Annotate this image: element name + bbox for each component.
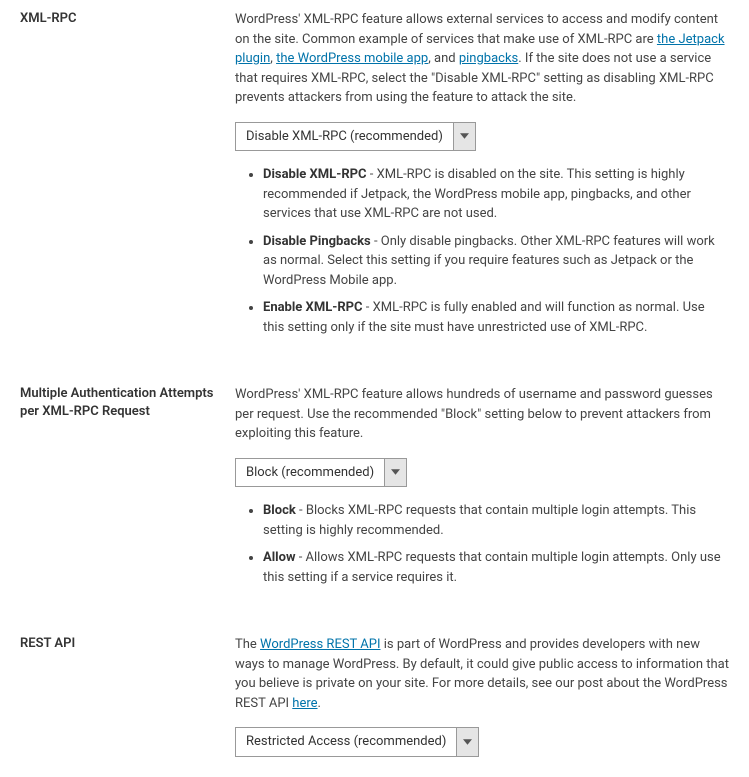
link-here[interactable]: here: [292, 696, 317, 711]
list-item: Allow - Allows XML-RPC requests that con…: [263, 548, 729, 587]
multiauth-options-list: Block - Blocks XML-RPC requests that con…: [235, 501, 729, 587]
option-name: Block: [263, 503, 296, 518]
multiauth-label: Multiple Authentication Attempts per XML…: [20, 385, 235, 595]
option-desc: - Allows XML-RPC requests that contain m…: [263, 550, 721, 585]
restapi-content: The WordPress REST API is part of WordPr…: [235, 635, 729, 757]
text: The: [235, 637, 260, 652]
option-name: Disable Pingbacks: [263, 234, 371, 249]
option-desc: - Blocks XML-RPC requests that contain m…: [263, 503, 696, 538]
link-pingbacks[interactable]: pingbacks: [459, 51, 518, 66]
setting-multiple-auth: Multiple Authentication Attempts per XML…: [20, 385, 729, 595]
list-item: Enable XML-RPC - XML-RPC is fully enable…: [263, 298, 729, 337]
xmlrpc-select[interactable]: Disable XML-RPC (recommended): [235, 122, 729, 152]
text: , and: [428, 51, 459, 66]
setting-rest-api: REST API The WordPress REST API is part …: [20, 635, 729, 757]
text: WordPress' XML-RPC feature allows extern…: [235, 12, 718, 47]
xmlrpc-content: WordPress' XML-RPC feature allows extern…: [235, 10, 729, 345]
restapi-label: REST API: [20, 635, 235, 757]
option-name: Enable XML-RPC: [263, 300, 363, 315]
xmlrpc-label: XML-RPC: [20, 10, 235, 345]
xmlrpc-description: WordPress' XML-RPC feature allows extern…: [235, 10, 729, 108]
setting-xmlrpc: XML-RPC WordPress' XML-RPC feature allow…: [20, 10, 729, 345]
list-item: Disable Pingbacks - Only disable pingbac…: [263, 232, 729, 291]
restapi-select-value: Restricted Access (recommended): [235, 727, 457, 757]
chevron-down-icon: [385, 458, 407, 488]
link-wordpress-rest-api[interactable]: WordPress REST API: [260, 637, 380, 652]
restapi-select[interactable]: Restricted Access (recommended): [235, 727, 729, 757]
multiauth-select-value: Block (recommended): [235, 458, 385, 488]
multiauth-description: WordPress' XML-RPC feature allows hundre…: [235, 385, 729, 444]
xmlrpc-select-value: Disable XML-RPC (recommended): [235, 122, 454, 152]
link-wordpress-mobile-app[interactable]: the WordPress mobile app: [276, 51, 428, 66]
text: .: [318, 696, 321, 711]
multiauth-select[interactable]: Block (recommended): [235, 458, 729, 488]
option-name: Disable XML-RPC: [263, 167, 367, 182]
list-item: Block - Blocks XML-RPC requests that con…: [263, 501, 729, 540]
multiauth-content: WordPress' XML-RPC feature allows hundre…: [235, 385, 729, 595]
chevron-down-icon: [454, 122, 476, 152]
option-name: Allow: [263, 550, 296, 565]
restapi-description: The WordPress REST API is part of WordPr…: [235, 635, 729, 713]
chevron-down-icon: [457, 727, 479, 757]
xmlrpc-options-list: Disable XML-RPC - XML-RPC is disabled on…: [235, 165, 729, 337]
list-item: Disable XML-RPC - XML-RPC is disabled on…: [263, 165, 729, 224]
